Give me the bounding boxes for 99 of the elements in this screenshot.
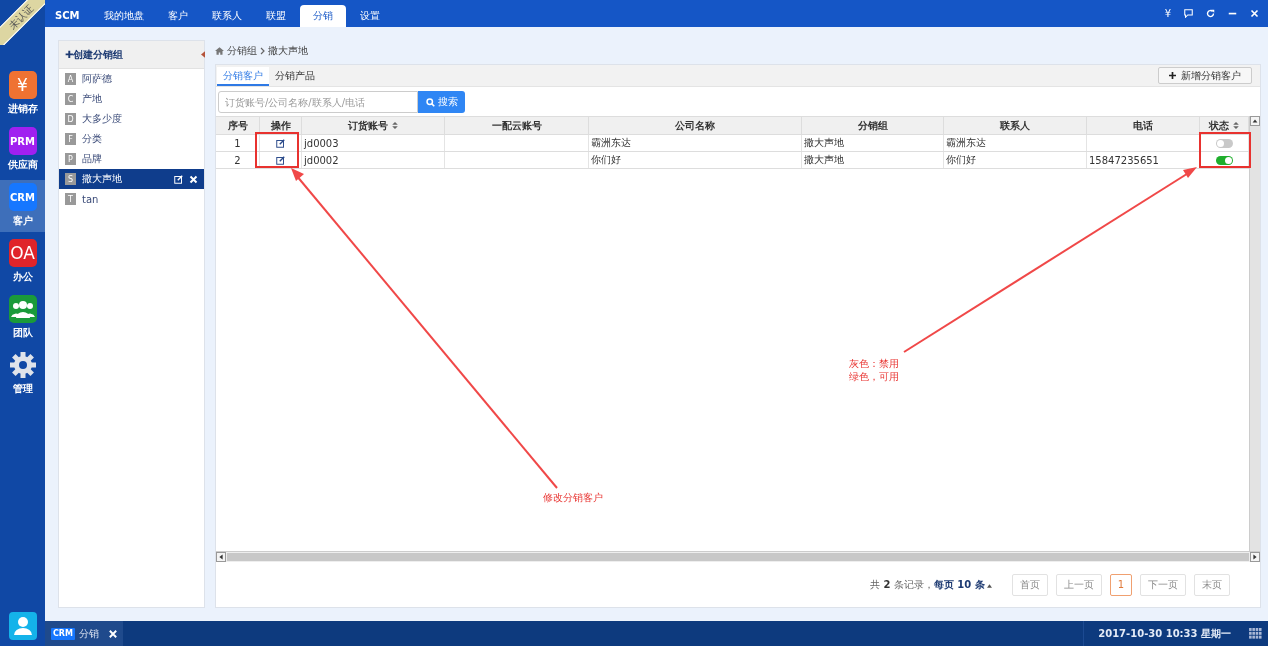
page-button[interactable]: 上一页 [1055,573,1102,596]
status-toggle[interactable] [1215,138,1233,148]
user-avatar-icon[interactable] [8,612,37,640]
app-badge: CRM [51,627,75,640]
tab[interactable]: 分销产品 [269,67,321,85]
status-toggle[interactable] [1215,155,1233,165]
edit-icon[interactable] [276,155,285,165]
collapse-icon[interactable] [201,51,205,58]
column-header: 公司名称 [675,118,715,133]
nav-tab[interactable]: 客户 [157,5,198,27]
table-cell: 你们好 [946,153,976,167]
edit-icon[interactable] [276,138,285,148]
letter-badge: A [65,73,76,85]
gear-icon [8,351,37,379]
table-cell: jd0002 [304,154,339,166]
nav-tab[interactable]: SCM [52,5,90,27]
letter-badge: D [65,113,76,125]
chevron-icon [260,47,265,55]
annotation-text: 绿色，可用 [849,370,899,383]
sort-icon[interactable] [392,122,398,129]
scroll-up-icon[interactable] [1250,116,1260,126]
annotation-text: 修改分销客户 [543,491,603,505]
page-size-dropdown[interactable]: 每页 10 条 [933,577,992,592]
close-icon[interactable] [109,629,117,638]
plus-icon [1169,72,1176,79]
nav-tab[interactable]: 设置 [349,5,390,27]
group-item[interactable]: S 撒大声地 [59,169,204,189]
table-cell: 霸洲东达 [591,136,631,150]
rail-item[interactable]: 管理 [0,348,45,400]
search-button[interactable]: 搜索 [418,91,465,113]
group-item[interactable]: A 阿萨德 [59,69,204,89]
group-item[interactable]: D 大多少度 [59,109,204,129]
clock: 2017-10-30 10:33 星期一 [1098,626,1231,641]
chat-icon[interactable] [1184,9,1193,18]
rail-item[interactable]: CRM 客户 [0,180,45,232]
page-button[interactable]: 末页 [1194,573,1230,596]
column-header: 分销组 [857,118,888,133]
search-icon [425,97,435,107]
group-item[interactable]: T tan [59,189,204,209]
nav-tab[interactable]: 联盟 [255,5,296,27]
table-cell: 霸洲东达 [946,136,986,150]
group-item[interactable]: P 品牌 [59,149,204,169]
column-header: 联系人 [1000,118,1030,133]
app-icon: ¥ [8,71,37,99]
search-field[interactable]: 订货账号/公司名称/联系人/电话 [218,91,418,113]
nav-tab[interactable]: 分销 [299,5,346,27]
home-icon [215,47,224,55]
app-icon: OA [8,239,37,267]
currency-button[interactable]: ¥ [1164,8,1171,19]
annotation-text: 灰色：禁用 [849,357,899,370]
record-summary: 共 2 条记录， [870,577,934,592]
rail-item[interactable]: 团队 [0,292,45,344]
app-icon: PRM [8,127,37,155]
highlight-box [255,132,299,168]
letter-badge: F [65,133,76,145]
page-button[interactable]: 下一页 [1140,573,1186,596]
highlight-box [1199,132,1251,168]
rail-item[interactable]: PRM 供应商 [0,124,45,176]
group-item[interactable]: C 产地 [59,89,204,109]
scroll-right-icon[interactable] [1250,552,1260,562]
unverified-ribbon: 未认证 [0,0,45,45]
column-header: 操作 [270,118,291,133]
caret-icon[interactable] [986,583,992,588]
letter-badge: S [65,173,76,185]
add-customer-button[interactable]: 新增分销客户 [1158,67,1252,84]
scroll-left-icon[interactable] [216,552,226,562]
letter-badge: P [65,153,76,165]
column-header[interactable]: 状态 [1209,118,1229,133]
task-tab[interactable]: CRM 分销 [45,621,123,646]
horizontal-scrollbar[interactable] [216,551,1260,562]
rail-item[interactable]: ¥ 进销存 [0,68,45,120]
vertical-scrollbar[interactable] [1249,116,1260,551]
table-cell: 撒大声地 [804,153,844,167]
column-header[interactable]: 订货账号 [348,118,388,133]
nav-tab[interactable]: 联系人 [201,5,252,27]
table-cell: 1 [234,137,241,149]
close-icon[interactable] [1250,9,1259,18]
letter-badge: T [65,193,76,205]
column-header: 一配云账号 [491,118,542,133]
breadcrumb-link[interactable]: 分销组 [227,44,257,58]
sort-icon[interactable] [1233,122,1239,129]
table-cell: 你们好 [591,153,621,167]
refresh-icon[interactable] [1206,9,1215,18]
breadcrumb-current: 撒大声地 [268,44,308,58]
table-cell: 15847235651 [1089,154,1159,166]
letter-badge: C [65,93,76,105]
tab[interactable]: 分销客户 [217,67,269,86]
rail-item[interactable]: OA 办公 [0,236,45,288]
nav-tab[interactable]: 我的地盘 [93,5,154,27]
table-cell: 撒大声地 [804,136,844,150]
page-button[interactable]: 首页 [1011,573,1048,596]
app-icon: CRM [8,183,37,211]
grid-icon[interactable] [1249,628,1262,639]
table-cell: 2 [234,154,241,166]
column-header: 电话 [1133,118,1153,133]
table-cell: jd0003 [304,137,339,149]
column-header: 序号 [227,118,248,133]
group-item[interactable]: F 分类 [59,129,204,149]
delete-icon[interactable] [189,174,198,184]
